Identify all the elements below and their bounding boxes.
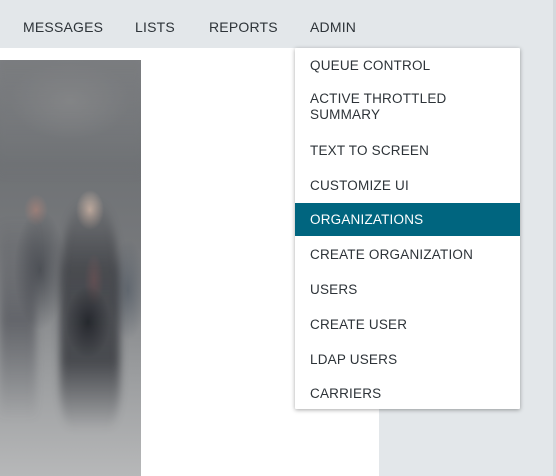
menu-item-create-user[interactable]: CREATE USER: [295, 307, 520, 342]
hero-blur-left-figure: [0, 220, 36, 420]
menu-item-create-organization[interactable]: CREATE ORGANIZATION: [295, 237, 520, 272]
menu-item-users[interactable]: USERS: [295, 272, 520, 307]
admin-dropdown-menu: QUEUE CONTROL ACTIVE THROTTLED SUMMARY T…: [295, 48, 520, 409]
hero-blur-center-figure: [60, 200, 120, 430]
hero-background-image: [0, 60, 141, 476]
top-navbar: MESSAGES LISTS REPORTS ADMIN: [0, 0, 379, 48]
menu-item-text-to-screen[interactable]: TEXT TO SCREEN: [295, 133, 520, 168]
menu-item-carriers[interactable]: CARRIERS: [295, 376, 520, 411]
nav-lists[interactable]: LISTS: [135, 0, 175, 48]
menu-item-active-throttled-summary[interactable]: ACTIVE THROTTLED SUMMARY: [295, 83, 520, 130]
nav-messages[interactable]: MESSAGES: [23, 0, 103, 48]
nav-reports[interactable]: REPORTS: [209, 0, 278, 48]
nav-admin[interactable]: ADMIN: [310, 0, 356, 48]
menu-item-ldap-users[interactable]: LDAP USERS: [295, 342, 520, 377]
menu-item-customize-ui[interactable]: CUSTOMIZE UI: [295, 168, 520, 203]
hero-blur-top: [0, 60, 141, 180]
menu-item-queue-control[interactable]: QUEUE CONTROL: [295, 48, 520, 83]
menu-item-organizations[interactable]: ORGANIZATIONS: [295, 203, 520, 236]
